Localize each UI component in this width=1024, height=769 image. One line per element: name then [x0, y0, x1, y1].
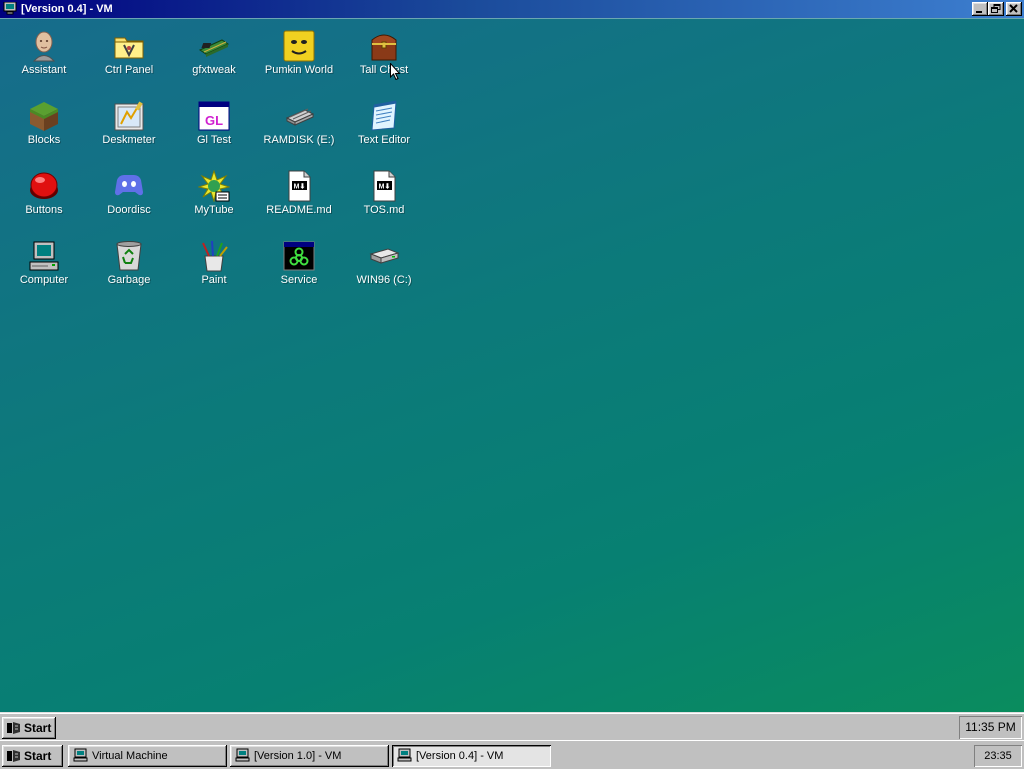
desktop-icon-tos[interactable]: M⬇ TOS.md — [342, 170, 426, 216]
task-vm-version-1-0[interactable]: [Version 1.0] - VM — [230, 745, 389, 767]
desktop-icon-label: Paint — [201, 274, 227, 286]
desktop-icon-deskmeter[interactable]: Deskmeter — [87, 100, 171, 146]
desktop-icon-label: Buttons — [25, 204, 63, 216]
close-icon — [1009, 4, 1018, 13]
guest-start-button[interactable]: Start — [2, 717, 56, 739]
pumpkin-face-icon — [283, 30, 315, 62]
guest-taskbar: Start 11:35 PM — [0, 712, 1024, 741]
desktop-icon-gfxtweak[interactable]: gfxtweak — [172, 30, 256, 76]
start-logo-icon — [6, 721, 21, 738]
desktop-icon-label: Assistant — [21, 64, 67, 76]
restore-icon — [991, 4, 1001, 13]
desktop-icon-label: Garbage — [107, 274, 151, 286]
markdown-file-icon: M⬇ — [368, 170, 400, 202]
host-taskbar: Start Virtual Machine [Version 1.0] - VM… — [0, 740, 1024, 769]
desktop-icon-label: MyTube — [194, 204, 234, 216]
deskmeter-icon — [113, 100, 145, 132]
biohazard-window-icon — [283, 240, 315, 272]
desktop-icon-label: Tall Chest — [359, 64, 409, 76]
desktop-icon-mytube[interactable]: MyTube — [172, 169, 256, 216]
start-logo-icon — [6, 749, 21, 766]
desktop-icon-paint[interactable]: Paint — [172, 240, 256, 286]
md-glyph: M⬇ — [294, 183, 306, 191]
task-label: [Version 0.4] - VM — [416, 750, 504, 762]
desktop-icon-label: Doordisc — [107, 204, 151, 216]
desktop-icon-win96-drive[interactable]: WIN96 (C:) — [342, 240, 426, 286]
desktop-icon-label: Blocks — [27, 134, 61, 146]
desktop-icon-text-editor[interactable]: Text Editor — [342, 100, 426, 146]
start-label: Start — [24, 721, 52, 735]
desktop-icon-label: Gl Test — [196, 134, 232, 146]
control-panel-folder-icon — [113, 30, 145, 62]
hard-drive-icon — [368, 240, 400, 272]
desktop-icon-computer[interactable]: Computer — [2, 240, 86, 286]
desktop-icon-ramdisk[interactable]: RAMDISK (E:) — [257, 100, 341, 146]
desktop-icon-gl-test[interactable]: GL Gl Test — [172, 100, 256, 146]
computer-icon — [397, 748, 412, 765]
restore-button[interactable] — [988, 2, 1004, 16]
task-vm-version-0-4[interactable]: [Version 0.4] - VM — [392, 745, 551, 767]
desktop-icon-label: RAMDISK (E:) — [263, 134, 335, 146]
computer-icon — [73, 748, 88, 765]
graphics-card-icon — [198, 30, 230, 62]
task-virtual-machine[interactable]: Virtual Machine — [68, 745, 227, 767]
ram-chip-icon — [283, 100, 315, 132]
vm-window-title-bar[interactable]: [Version 0.4] - VM — [0, 0, 1024, 18]
film-burst-icon — [197, 169, 231, 203]
task-label: [Version 1.0] - VM — [254, 750, 342, 762]
recycle-bin-icon — [113, 240, 145, 272]
desktop-icon-tall-chest[interactable]: Tall Chest — [342, 30, 426, 76]
gl-glyph: GL — [205, 113, 223, 128]
desktop-icon-garbage[interactable]: Garbage — [87, 240, 171, 286]
desktop-icon-pumkin-world[interactable]: Pumkin World — [257, 30, 341, 76]
desktop-icon-label: README.md — [266, 204, 332, 216]
task-label: Virtual Machine — [92, 750, 168, 762]
chat-controller-icon — [113, 170, 145, 202]
host-clock[interactable]: 23:35 — [974, 745, 1022, 767]
treasure-chest-icon — [368, 30, 400, 62]
desktop-icon-ctrl-panel[interactable]: Ctrl Panel — [87, 30, 171, 76]
computer-icon — [28, 240, 60, 272]
desktop-icon-label: Text Editor — [358, 134, 410, 146]
desktop-icon-buttons[interactable]: Buttons — [2, 170, 86, 216]
minimize-icon — [976, 11, 982, 13]
computer-icon — [235, 748, 250, 765]
desktop-icon-doordisc[interactable]: Doordisc — [87, 170, 171, 216]
markdown-file-icon: M⬇ — [283, 170, 315, 202]
desktop-icon-label: Deskmeter — [102, 134, 156, 146]
desktop-icon-label: Computer — [19, 274, 69, 286]
desktop-icon-label: gfxtweak — [192, 64, 236, 76]
desktop-icon-label: TOS.md — [363, 204, 405, 216]
desktop-icon-label: Pumkin World — [264, 64, 334, 76]
red-button-icon — [28, 170, 60, 202]
window-title: [Version 0.4] - VM — [21, 3, 113, 15]
desktop-icon-readme[interactable]: M⬇ README.md — [257, 170, 341, 216]
minimize-button[interactable] — [972, 2, 988, 16]
desktop[interactable]: Assistant Ctrl Panel gfxtweak Pumkin Wor… — [0, 18, 1024, 712]
notepad-icon — [368, 100, 400, 132]
gl-window-icon: GL — [198, 100, 230, 132]
desktop-icon-blocks[interactable]: Blocks — [2, 100, 86, 146]
desktop-icon-label: Service — [280, 274, 318, 286]
grass-block-icon — [28, 100, 60, 132]
desktop-icon-service[interactable]: Service — [257, 240, 341, 286]
start-label: Start — [24, 749, 52, 763]
guest-clock[interactable]: 11:35 PM — [959, 716, 1022, 739]
host-start-button[interactable]: Start — [2, 745, 63, 767]
mouse-pointer-icon — [390, 63, 401, 80]
computer-icon — [3, 1, 17, 15]
close-button[interactable] — [1006, 2, 1022, 16]
desktop-icon-label: Ctrl Panel — [104, 64, 154, 76]
paint-brushes-icon — [198, 240, 230, 272]
desktop-icon-label: WIN96 (C:) — [356, 274, 412, 286]
desktop-icon-assistant[interactable]: Assistant — [2, 30, 86, 76]
assistant-icon — [28, 30, 60, 62]
md-glyph: M⬇ — [379, 183, 391, 191]
